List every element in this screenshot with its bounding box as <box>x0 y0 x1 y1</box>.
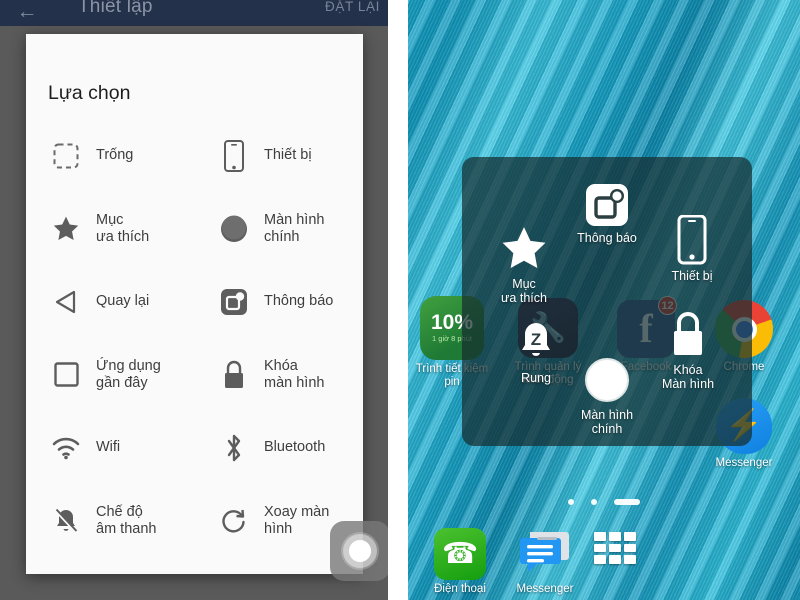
menu-item-label: Thiết bị <box>671 269 713 283</box>
option-label: Màn hình chính <box>264 211 325 245</box>
dock-item-label: Messenger <box>516 583 574 595</box>
option-label: Thông báo <box>264 293 334 309</box>
notification-icon <box>559 165 655 227</box>
settings-screen: ← Thiết lập ĐẶT LẠI Lựa chọn Trống Thiết… <box>0 0 388 600</box>
page-dot[interactable] <box>568 499 574 505</box>
page-dot-active[interactable] <box>614 499 640 505</box>
options-dialog: Lựa chọn Trống Thiết bị Mục ưa thích Màn… <box>26 34 363 574</box>
menu-item-label: Mục ưa thích <box>501 277 547 305</box>
menu-item-thong-bao[interactable]: Thông báo <box>559 165 655 245</box>
panel-divider <box>388 0 408 600</box>
option-item-khoa-man-hinh[interactable]: Khóa màn hình <box>194 338 362 411</box>
star-icon <box>476 211 572 273</box>
option-item-muc-ua-thich[interactable]: Mục ưa thích <box>26 192 194 265</box>
phone-icon: ☎ <box>434 528 486 580</box>
option-item-thiet-bi[interactable]: Thiết bị <box>194 119 362 192</box>
messages-icon <box>517 528 573 580</box>
app-drawer-icon[interactable] <box>594 532 636 564</box>
option-label: Ứng dụng gần đây <box>96 357 161 391</box>
back-arrow-icon[interactable]: ← <box>14 0 40 26</box>
page-indicator[interactable] <box>408 499 800 505</box>
reset-button[interactable]: ĐẶT LẠI <box>325 0 380 14</box>
floating-assistive-menu[interactable]: Thông báo Mục ưa thích Thiết bị Z Rung K… <box>462 157 752 446</box>
smartphone-icon <box>214 136 254 176</box>
dock-item-label: Điện thoại <box>434 583 486 595</box>
svg-text:Z: Z <box>531 330 541 349</box>
menu-item-man-hinh-chinh[interactable]: Màn hình chính <box>559 342 655 436</box>
home-screen: 10% 1 giờ 8 phút Trình tiết kiệm pin 🔧 T… <box>408 0 800 600</box>
option-item-man-hinh-chinh[interactable]: Màn hình chính <box>194 192 362 265</box>
home-circle-icon <box>214 209 254 249</box>
option-label: Wifi <box>96 439 121 455</box>
dialog-title: Lựa chọn <box>48 82 131 104</box>
wifi-icon <box>46 428 86 468</box>
square-outline-icon <box>46 355 86 395</box>
star-icon <box>46 209 86 249</box>
option-item-wifi[interactable]: Wifi <box>26 411 194 484</box>
option-row: Ứng dụng gần đây Khóa màn hình <box>26 338 363 411</box>
option-label: Khóa màn hình <box>264 357 325 391</box>
option-label: Quay lại <box>96 293 150 309</box>
option-item-trong[interactable]: Trống <box>26 119 194 192</box>
app-label: Messenger <box>715 457 773 469</box>
dock-item-messenger[interactable]: Messenger <box>503 528 587 596</box>
menu-item-label: Thông báo <box>577 231 637 245</box>
option-row: Wifi Bluetooth <box>26 411 363 484</box>
option-item-bluetooth[interactable]: Bluetooth <box>194 411 362 484</box>
options-grid: Trống Thiết bị Mục ưa thích Màn hình chí… <box>26 119 363 574</box>
smartphone-icon <box>644 203 740 265</box>
option-item-quay-lai[interactable]: Quay lại <box>26 265 194 338</box>
scroll-fade <box>26 532 363 574</box>
home-circle-icon <box>559 342 655 404</box>
bluetooth-icon <box>214 428 254 468</box>
app-bar: ← Thiết lập ĐẶT LẠI <box>0 0 388 26</box>
option-row: Trống Thiết bị <box>26 119 363 192</box>
back-triangle-icon <box>46 282 86 322</box>
dashed-square-icon <box>46 136 86 176</box>
page-title: Thiết lập <box>78 0 153 17</box>
option-row: Quay lại Thông báo <box>26 265 363 338</box>
option-label: Mục ưa thích <box>96 211 150 245</box>
menu-item-label: Màn hình chính <box>580 408 634 436</box>
page-dot[interactable] <box>591 499 597 505</box>
option-item-ung-dung-gan-day[interactable]: Ứng dụng gần đây <box>26 338 194 411</box>
option-row: Mục ưa thích Màn hình chính <box>26 192 363 265</box>
dock-item-phone[interactable]: ☎ Điện thoại <box>418 528 502 596</box>
dock: ☎ Điện thoại Messenger <box>408 522 800 600</box>
bubble-ring <box>341 532 379 570</box>
menu-item-thiet-bi[interactable]: Thiết bị <box>644 203 740 283</box>
option-label: Bluetooth <box>264 439 326 455</box>
lock-icon <box>214 355 254 395</box>
notification-icon <box>214 282 254 322</box>
option-item-thong-bao[interactable]: Thông báo <box>194 265 362 338</box>
option-label: Thiết bị <box>264 147 312 163</box>
menu-item-muc-ua-thich[interactable]: Mục ưa thích <box>476 211 572 305</box>
option-label: Trống <box>96 147 134 163</box>
assistive-touch-bubble-icon[interactable] <box>330 521 388 581</box>
